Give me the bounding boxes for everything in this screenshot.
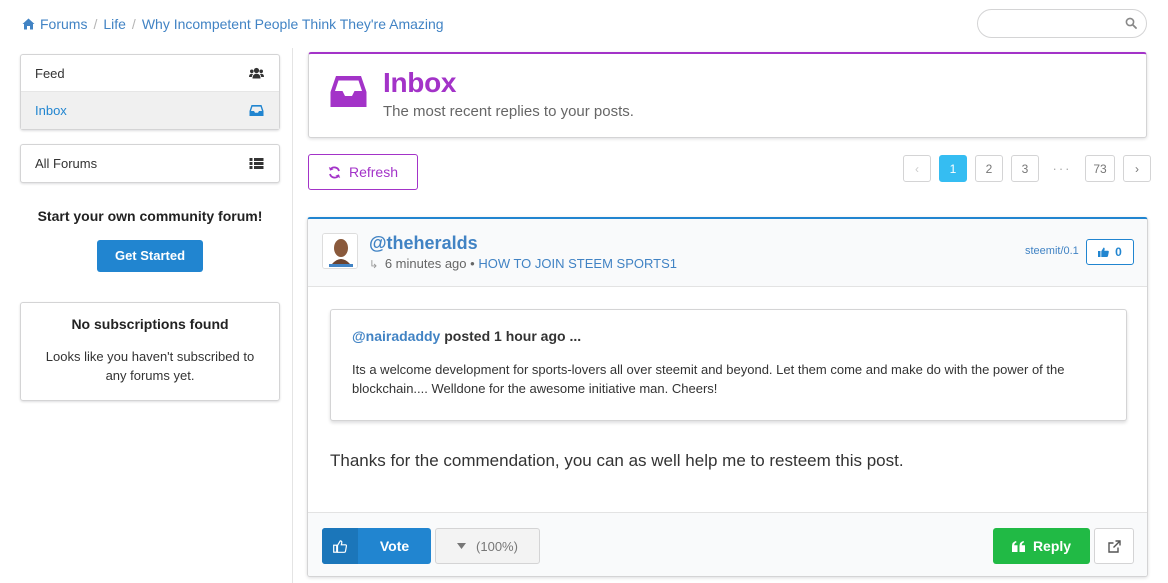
quote-posted: posted xyxy=(444,328,491,344)
reply-post-link[interactable]: HOW TO JOIN STEEM SPORTS1 xyxy=(478,256,677,271)
avatar-image xyxy=(323,234,357,268)
sidebar-item-all-forums[interactable]: All Forums xyxy=(21,145,279,182)
reply-arrow-icon: ↳ xyxy=(369,259,379,271)
reply-button[interactable]: Reply xyxy=(993,528,1090,564)
pagination-page-last[interactable]: 73 xyxy=(1085,155,1115,182)
inbox-icon xyxy=(249,105,264,116)
upvote-count-button[interactable]: 0 xyxy=(1086,239,1134,265)
pagination-page-3[interactable]: 3 xyxy=(1011,155,1039,182)
inbox-header: Inbox The most recent replies to your po… xyxy=(308,52,1147,138)
quote-body: Its a welcome development for sports-lov… xyxy=(352,362,1065,396)
search-box[interactable] xyxy=(977,9,1147,38)
vote-button[interactable]: Vote xyxy=(322,528,431,564)
reply-author[interactable]: @theheralds xyxy=(369,233,478,254)
all-forums-box: All Forums xyxy=(20,144,280,183)
reply-time: 6 minutes ago xyxy=(384,256,467,271)
reply-body: Thanks for the commendation, you can as … xyxy=(330,451,904,470)
breadcrumb-separator: / xyxy=(93,16,98,32)
quote-time: 1 hour ago xyxy=(494,328,566,344)
reply-label: Reply xyxy=(1032,538,1072,554)
pagination-next[interactable]: › xyxy=(1123,155,1151,182)
vote-weight-value: (100%) xyxy=(476,538,518,554)
refresh-icon xyxy=(328,166,341,178)
breadcrumb-post[interactable]: Why Incompetent People Think They're Ama… xyxy=(142,16,444,32)
refresh-button[interactable]: Refresh xyxy=(308,154,418,190)
quoted-post: @nairadaddy posted 1 hour ago ... Its a … xyxy=(330,309,1127,421)
page-subtitle: The most recent replies to your posts. xyxy=(383,103,634,120)
search-input[interactable] xyxy=(990,10,1130,37)
pagination-page-2[interactable]: 2 xyxy=(975,155,1003,182)
sidebar-item-label: Feed xyxy=(35,65,65,81)
quote-header: @nairadaddy posted 1 hour ago ... xyxy=(352,328,1105,344)
inbox-icon xyxy=(330,76,367,107)
refresh-label: Refresh xyxy=(348,164,399,180)
pagination-ellipsis: ··· xyxy=(1052,161,1072,176)
pagination-prev[interactable]: ‹ xyxy=(903,155,931,182)
sidebar-menu: Feed Inbox xyxy=(20,54,280,130)
sidebar-item-inbox[interactable]: Inbox xyxy=(21,92,279,129)
quote-author[interactable]: @nairadaddy xyxy=(352,328,440,344)
no-subscriptions-text: Looks like you haven't subscribed to any… xyxy=(45,349,255,383)
quote-icon xyxy=(1011,540,1025,552)
avatar[interactable] xyxy=(322,233,358,269)
search-icon[interactable] xyxy=(1125,17,1137,29)
users-icon xyxy=(249,67,264,78)
vote-count: 0 xyxy=(1115,245,1122,259)
left-sidebar: Feed Inbox All Forums Start your own com… xyxy=(0,48,293,583)
caret-down-icon xyxy=(457,543,467,549)
promo-title: Start your own community forum! xyxy=(37,208,263,224)
no-subscriptions-title: No subscriptions found xyxy=(71,316,229,332)
no-subscriptions-box: No subscriptions found Looks like you ha… xyxy=(20,302,280,401)
get-started-button[interactable]: Get Started xyxy=(97,240,203,272)
meta-bullet: • xyxy=(470,256,475,271)
app-tag: steemit/0.1 xyxy=(1025,245,1079,257)
thumbs-up-icon xyxy=(1098,247,1109,257)
sidebar-item-label: Inbox xyxy=(35,103,67,118)
vote-label: Vote xyxy=(379,538,410,554)
thumbs-up-icon xyxy=(333,539,347,553)
external-link-icon xyxy=(1107,539,1121,553)
reply-card-footer: Vote (100%) Reply xyxy=(308,512,1147,576)
top-bar: Forums / Life / Why Incompetent People T… xyxy=(0,0,1168,48)
breadcrumb: Forums / Life / Why Incompetent People T… xyxy=(22,16,444,32)
reply-card: @theheralds ↳ 6 minutes ago • HOW TO JOI… xyxy=(307,217,1148,577)
home-icon xyxy=(22,18,35,30)
pagination-page-1[interactable]: 1 xyxy=(939,155,967,182)
list-icon xyxy=(249,158,264,169)
reply-card-header: @theheralds ↳ 6 minutes ago • HOW TO JOI… xyxy=(308,219,1147,287)
quote-ellipsis: ... xyxy=(569,328,582,344)
breadcrumb-life[interactable]: Life xyxy=(103,16,126,32)
sidebar-item-label: All Forums xyxy=(35,156,98,171)
promo-section: Start your own community forum! Get Star… xyxy=(20,208,280,272)
reply-meta: ↳ 6 minutes ago • HOW TO JOIN STEEM SPOR… xyxy=(369,256,677,271)
breadcrumb-separator: / xyxy=(131,16,136,32)
open-external-button[interactable] xyxy=(1094,528,1134,564)
pagination: ‹ 1 2 3 ··· 73 › xyxy=(903,155,1159,182)
breadcrumb-forums[interactable]: Forums xyxy=(40,16,87,32)
vote-weight-dropdown[interactable]: (100%) xyxy=(435,528,540,564)
sidebar-item-feed[interactable]: Feed xyxy=(21,55,279,92)
vote-icon-area xyxy=(322,528,358,564)
page-title: Inbox xyxy=(383,67,457,98)
